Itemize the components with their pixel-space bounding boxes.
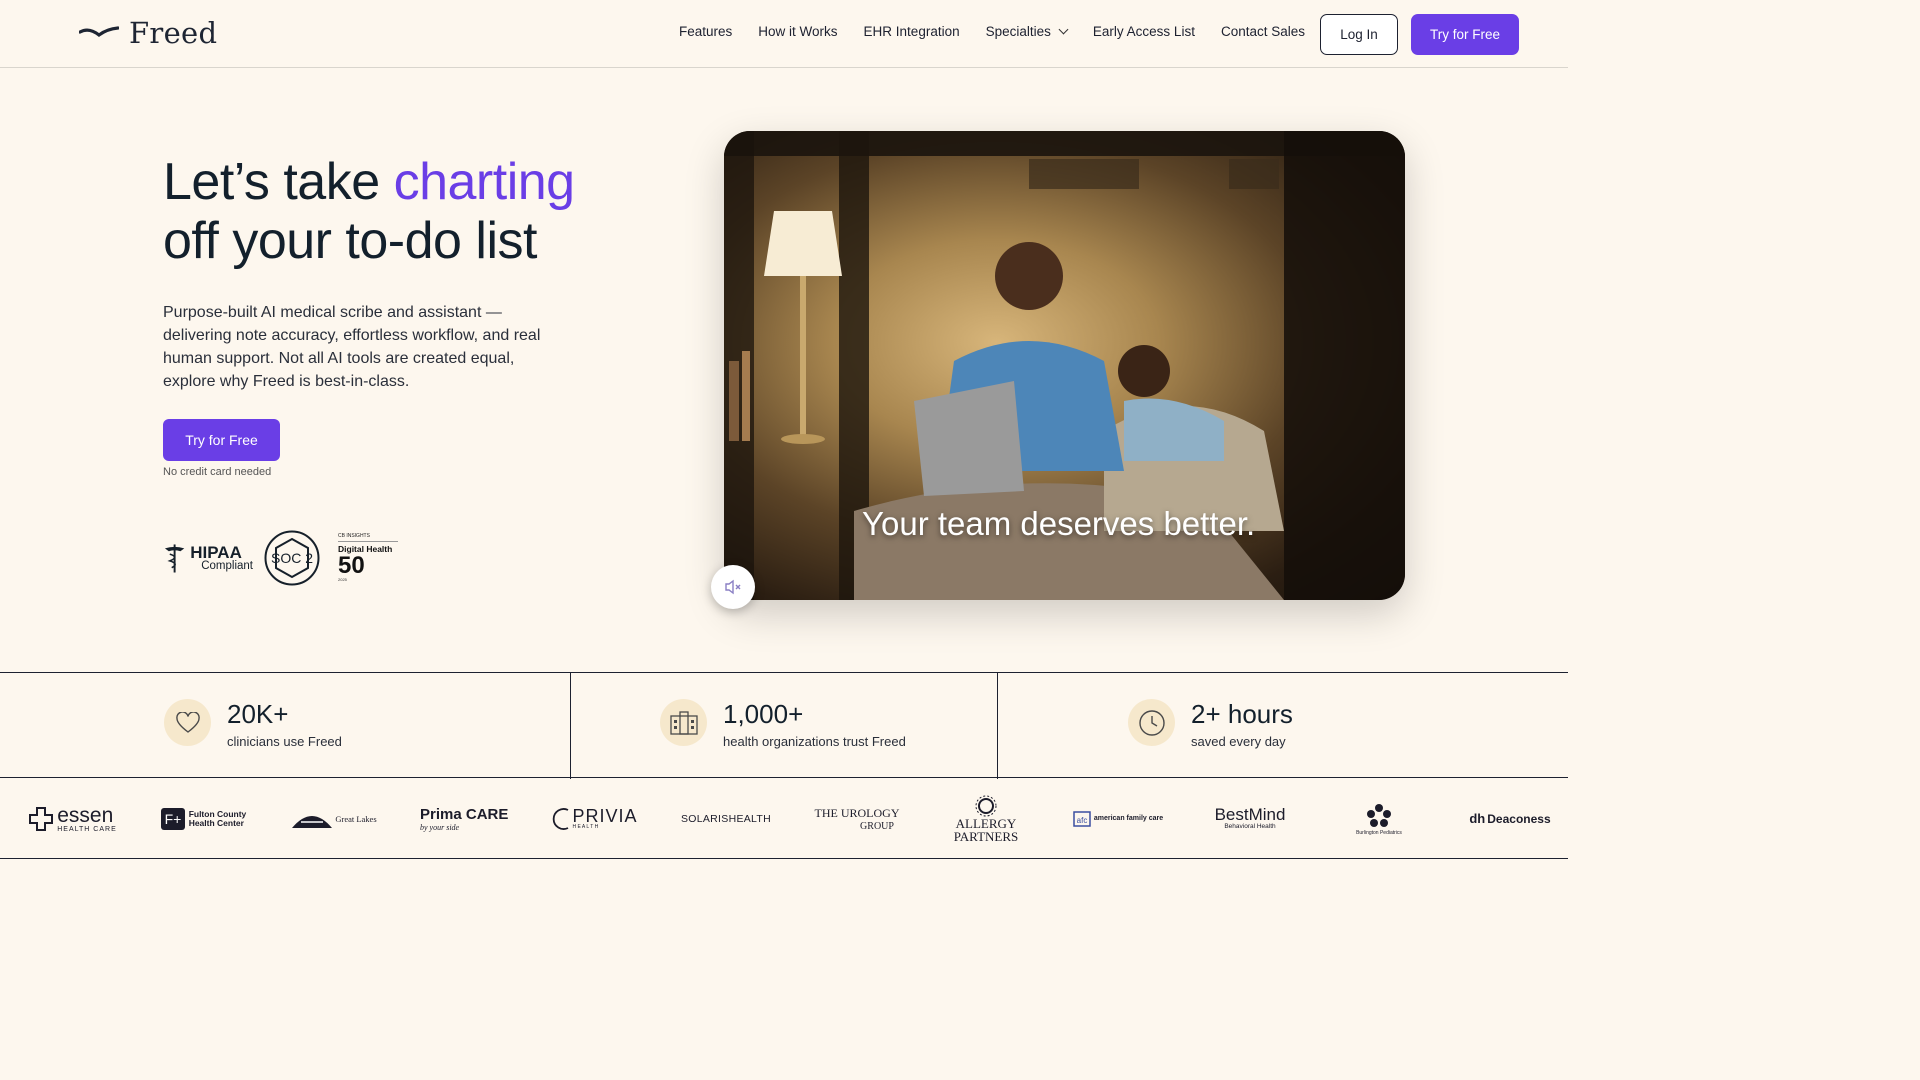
hipaa-badge: HIPAA Compliant — [163, 542, 253, 574]
afc-text: american family care — [1093, 815, 1164, 822]
login-button[interactable]: Log In — [1320, 14, 1398, 55]
stat-organizations-label: health organizations trust Freed — [723, 734, 906, 749]
compliance-badges: HIPAA Compliant SOC 2 CB INSIGHTS Digita… — [163, 530, 398, 586]
solaris-text: SOLARISHEALTH — [680, 812, 772, 825]
nav-link-ehr-integration[interactable]: EHR Integration — [864, 24, 960, 39]
nav-link-features[interactable]: Features — [679, 24, 732, 39]
essen-subtext: HEALTH CARE — [57, 825, 117, 833]
fulton-emblem-icon: F+ — [160, 807, 185, 830]
headline-part1: Let’s take — [163, 153, 394, 211]
caduceus-icon — [164, 544, 185, 573]
headline-accent: charting — [393, 153, 576, 211]
heart-icon — [164, 699, 211, 746]
essen-cross-icon — [29, 806, 54, 831]
logo-bestmind: BestMind Behavioral Health — [1205, 778, 1295, 859]
svg-text:afc: afc — [1077, 816, 1088, 825]
nav-links: Features How it Works EHR Integration Sp… — [679, 24, 1331, 39]
stat-clinicians-number: 20K+ — [227, 699, 289, 729]
essen-text: essen — [57, 803, 114, 827]
stat-clinicians-label: clinicians use Freed — [227, 734, 342, 749]
hipaa-subtitle: Compliant — [201, 559, 253, 572]
nav-link-contact-sales[interactable]: Contact Sales — [1221, 24, 1305, 39]
building-icon — [660, 699, 707, 746]
chevron-down-icon — [1058, 24, 1069, 35]
afc-emblem-icon: afc — [1073, 810, 1091, 827]
bestmind-subtext: Behavioral Health — [1224, 823, 1276, 831]
logo-burlington-pediatrics: Burlington Pediatrics — [1340, 778, 1418, 859]
clock-icon — [1128, 699, 1175, 746]
fulton-text-2: Health Center — [188, 817, 244, 828]
soc2-label: SOC 2 — [271, 550, 313, 566]
logo-solaris-health: SOLARISHEALTH — [680, 778, 772, 859]
stat-hours-label: saved every day — [1191, 734, 1286, 749]
privia-arc-icon — [553, 807, 569, 830]
prima-subtext: by your side — [420, 822, 460, 832]
video-caption: Your team deserves better. — [862, 505, 1256, 542]
hero-headline: Let’s take charting off your to-do list — [163, 153, 575, 271]
nav-link-specialties-label: Specialties — [985, 24, 1051, 39]
allergy-sun-icon — [975, 795, 997, 816]
logo-essen: essen HEALTH CARE — [28, 778, 118, 859]
bestmind-text: BestMind — [1214, 805, 1286, 825]
allergy-text: ALLERGY — [955, 815, 1017, 831]
burlington-text: Burlington Pediatrics — [1356, 829, 1402, 836]
speaker-muted-icon — [725, 579, 741, 595]
logo-fulton-county: F+ Fulton County Health Center — [158, 778, 248, 859]
prima-text: Prima CARE — [420, 805, 509, 823]
logo-urology-group: THE UROLOGY GROUP — [812, 778, 902, 859]
logo-allergy-partners: ALLERGY PARTNERS — [945, 778, 1027, 859]
svg-text:F+: F+ — [164, 811, 181, 827]
stats-divider — [997, 673, 998, 779]
stat-organizations-number: 1,000+ — [723, 699, 804, 729]
deaconess-mark-icon: dh — [1469, 811, 1486, 826]
logo-great-lakes: Great Lakes — [290, 778, 378, 859]
burlington-flower-icon — [1367, 803, 1391, 827]
logo-american-family-care: afc american family care — [1072, 778, 1164, 859]
cb-insights-label: CB INSIGHTS — [338, 534, 398, 543]
urology-text-2: GROUP — [860, 820, 894, 832]
stats-bar: 20K+ clinicians use Freed 1,000+ health … — [0, 672, 1568, 779]
freed-logo-mark-icon — [79, 26, 119, 38]
no-credit-card-note: No credit card needed — [163, 466, 272, 478]
brand-name: Freed — [129, 16, 218, 50]
logo-privia: PRIVIA H E A L T H — [550, 778, 640, 859]
hero-subcopy: Purpose-built AI medical scribe and assi… — [163, 304, 541, 390]
hipaa-title: HIPAA — [190, 542, 242, 562]
urology-text: THE UROLOGY — [814, 805, 900, 820]
privia-text: PRIVIA — [572, 806, 638, 826]
mute-button[interactable] — [711, 565, 755, 609]
great-lakes-emblem-icon — [292, 815, 333, 828]
nav-link-specialties[interactable]: Specialties — [985, 24, 1069, 39]
brand-logo[interactable]: Freed — [79, 16, 217, 50]
try-for-free-nav-button[interactable]: Try for Free — [1411, 14, 1519, 55]
nav-link-how-it-works[interactable]: How it Works — [758, 24, 837, 39]
logo-prima-care: Prima CARE by your side — [420, 778, 510, 859]
customer-logos-strip: essen HEALTH CARE F+ Fulton County Healt… — [0, 778, 1568, 859]
digital-health-50-badge: CB INSIGHTS Digital Health 50 2025 — [338, 534, 398, 582]
stat-hours-number: 2+ hours — [1191, 699, 1293, 729]
deaconess-text: Deaconess — [1487, 811, 1551, 826]
great-lakes-text: Great Lakes — [335, 813, 377, 824]
allergy-text-2: PARTNERS — [953, 828, 1019, 844]
nav-link-early-access[interactable]: Early Access List — [1093, 24, 1195, 39]
top-nav: Freed Features How it Works EHR Integrat… — [0, 0, 1568, 68]
try-for-free-hero-button[interactable]: Try for Free — [163, 419, 280, 461]
stats-divider — [570, 673, 571, 779]
logo-deaconess: dh Deaconess — [1462, 778, 1558, 859]
headline-part2: off your to-do list — [163, 212, 537, 270]
soc2-badge: SOC 2 — [264, 530, 320, 586]
digital-health-number: 50 — [338, 551, 365, 579]
